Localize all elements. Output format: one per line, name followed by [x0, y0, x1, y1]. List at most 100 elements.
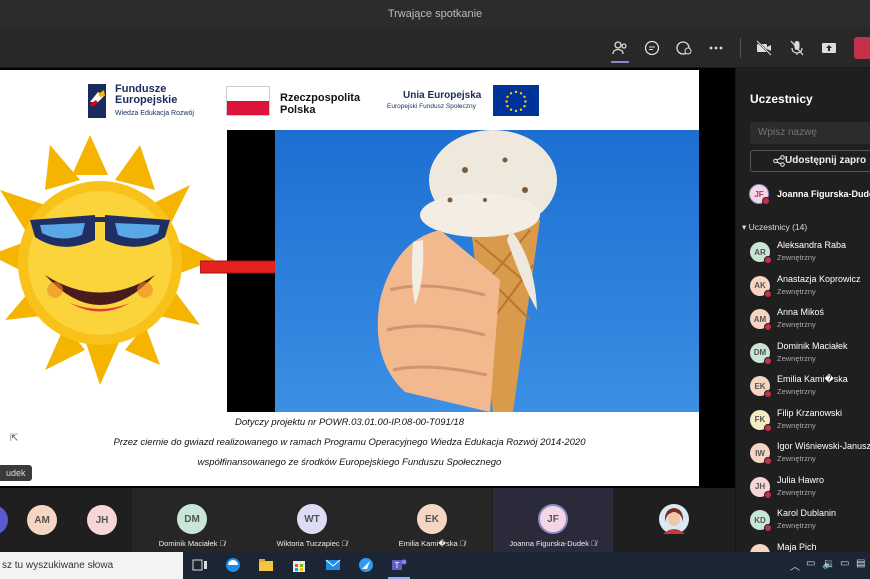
share-invite-button[interactable]: Udostępnij zapro	[750, 150, 870, 172]
mouse-cursor-icon: ⇱	[10, 433, 19, 444]
share-icon	[773, 155, 785, 167]
participant-row[interactable]: FK Filip Krzanowski Zewnętrzny	[736, 407, 870, 441]
participant-row[interactable]: AK Anastazja Koprowicz Zewnętrzny	[736, 273, 870, 307]
avatar: DM	[750, 342, 772, 365]
tile-label: Joanna Figurska-Dudek 🎙̸	[493, 539, 613, 548]
status-icon	[764, 390, 772, 398]
mic-off-icon: 🎙̸	[219, 539, 226, 548]
slide-caption-program: Przez ciernie do gwiazd realizowanego w …	[113, 437, 586, 448]
panel-title: Uczestnicy	[750, 92, 813, 106]
avatar-initials: DM	[753, 348, 767, 357]
status-icon	[764, 289, 772, 298]
svg-text:T: T	[395, 561, 400, 570]
taskbar-search-text: sz tu wyszukiwane słowa	[2, 560, 114, 571]
video-tile[interactable]: JH	[72, 488, 132, 552]
eu-flag-icon	[493, 85, 539, 116]
share-screen-icon[interactable]	[817, 36, 841, 60]
ice-cream-photo	[275, 130, 699, 412]
participant-row[interactable]: AR Aleksandra Raba Zewnętrzny	[736, 239, 870, 273]
avatar: EK	[750, 376, 772, 398]
tray-chevron-icon[interactable]: ︿	[790, 558, 800, 573]
video-tile[interactable]: JF Joanna Figurska-Dudek 🎙̸	[493, 488, 613, 552]
logo2-text: Rzeczpospolita Polska	[280, 92, 360, 116]
more-options-icon[interactable]	[704, 36, 728, 60]
avatar: KD	[750, 510, 772, 532]
video-tile[interactable]: EK Emilia Kami�ska 🎙̸	[372, 488, 492, 552]
profile-photo-avatar	[659, 504, 689, 534]
camera-off-icon[interactable]	[752, 36, 776, 60]
edge-browser-icon[interactable]	[224, 556, 242, 574]
participant-name: Julia Hawro	[777, 474, 825, 485]
avatar: AK	[750, 275, 772, 298]
avatar-initials: WT	[304, 513, 320, 525]
status-icon	[764, 323, 772, 331]
store-icon[interactable]	[290, 556, 308, 574]
video-tile-partial[interactable]	[0, 488, 10, 552]
participant-row[interactable]: DM Dominik Maciałek Zewnętrzny	[736, 340, 870, 374]
logo3-title: Unia Europejska	[403, 90, 482, 101]
video-tile-photo[interactable]	[614, 488, 734, 552]
participants-panel: Uczestnicy Udostępnij zapro JF Joanna Fi…	[735, 68, 870, 566]
participant-type: Zewnętrzny	[777, 286, 816, 296]
avatar: WT	[297, 504, 327, 534]
participant-row[interactable]: AM Anna Mikoś Zewnętrzny	[736, 306, 870, 340]
video-tile[interactable]: WT Wiktoria Tuczapiec 🎙̸	[252, 488, 372, 552]
leave-button[interactable]	[854, 37, 870, 59]
avatar-initials: JF	[547, 513, 559, 525]
participant-type: Zewnętrzny	[777, 387, 816, 396]
windows-taskbar: sz tu wyszukiwane słowa T ︿ ▭ 🔉 ▭ ▤	[0, 552, 870, 579]
participant-name: Joanna Figurska-Dudek	[509, 539, 589, 548]
chat-icon[interactable]	[640, 36, 664, 60]
participants-icon[interactable]	[608, 36, 632, 60]
video-tile[interactable]: AM	[12, 488, 72, 552]
volume-icon[interactable]: 🔉	[822, 557, 836, 570]
teams-icon[interactable]: T	[390, 556, 408, 574]
avatar: DM	[177, 504, 207, 534]
avatar	[0, 505, 8, 535]
avatar-initials: JH	[754, 482, 766, 491]
participant-row[interactable]: KD Karol Dublanin Zewnętrzny	[736, 507, 870, 541]
taskbar-search-box[interactable]: sz tu wyszukiwane słowa	[0, 552, 183, 579]
participant-row[interactable]: IW Igor Wiśniewski-Janusz Zewnętrzny	[736, 440, 870, 474]
participants-group-header[interactable]: ▾ Uczestnicy (14)	[742, 222, 807, 233]
sun-illustration	[0, 135, 215, 385]
active-indicator	[611, 61, 629, 63]
avatar: JH	[87, 505, 117, 535]
avatar: FK	[750, 409, 772, 432]
logo3-subtitle: Europejski Fundusz Społeczny	[387, 103, 476, 110]
task-view-icon[interactable]	[191, 556, 209, 574]
participant-row[interactable]: JH Julia Hawro Zewnętrzny	[736, 474, 870, 508]
mic-off-icon: 🎙̸	[591, 539, 597, 548]
avatar: EK	[417, 504, 447, 534]
video-strip: AM JH DM Dominik Maciałek 🎙̸ WT Wiktoria Tucz…	[0, 488, 735, 552]
participant-type: Zewnętrzny	[777, 521, 816, 530]
mic-off-icon[interactable]	[785, 36, 809, 60]
participant-name: Filip Krzanowski	[777, 407, 843, 418]
network-icon[interactable]: ▭	[806, 558, 815, 569]
keyboard-icon[interactable]: ▤	[856, 558, 865, 569]
avatar: AR	[750, 242, 772, 264]
mic-off-icon: 🎙̸	[459, 539, 466, 548]
toolbar-divider	[740, 38, 741, 58]
file-explorer-icon[interactable]	[257, 556, 275, 574]
avatar: IW	[750, 443, 772, 465]
avatar-initials: JH	[95, 514, 109, 526]
reactions-icon[interactable]	[672, 36, 696, 60]
battery-icon[interactable]: ▭	[840, 558, 849, 569]
browser-icon[interactable]	[357, 556, 375, 574]
mail-icon[interactable]	[324, 556, 342, 574]
participant-name: Anna Mikoś	[777, 307, 825, 317]
participant-search-input[interactable]	[750, 122, 870, 144]
avatar: AM	[27, 505, 57, 535]
fundusze-europejskie-logo	[86, 82, 110, 120]
participant-name: Igor Wiśniewski-Janusz	[777, 441, 870, 451]
video-tile[interactable]: DM Dominik Maciałek 🎙̸	[132, 488, 252, 552]
participant-name: Dominik Maciałek	[777, 340, 848, 351]
logo1-text: Fundusze Europejskie	[115, 84, 177, 106]
participant-row[interactable]: EK Emilia Kami�ska Zewnętrzny	[736, 373, 870, 407]
logo-bar: Fundusze Europejskie Wiedza Edukacja Roz…	[0, 70, 699, 130]
logo1-line2: Europejskie	[115, 94, 178, 106]
status-icon	[764, 423, 772, 432]
poland-flag-icon	[226, 86, 270, 116]
participant-name: Maja Pich	[777, 541, 817, 552]
